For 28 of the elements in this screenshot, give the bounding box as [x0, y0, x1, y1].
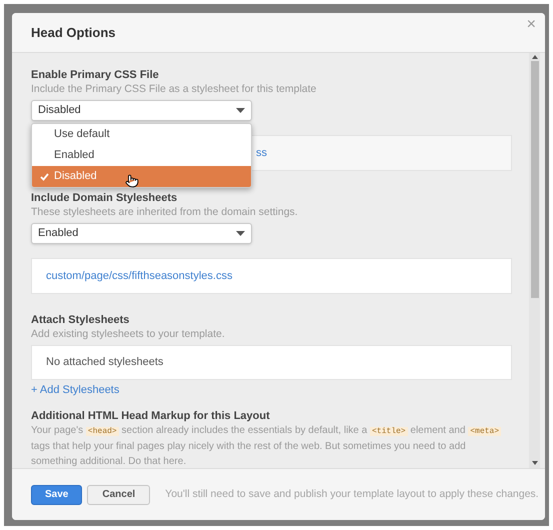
footer-note: You'll still need to save and publish your template layout to apply these changes.: [165, 486, 539, 502]
section-heading: Include Domain Stylesheets: [31, 191, 178, 205]
menu-item[interactable]: Enabled: [32, 145, 251, 166]
save-button[interactable]: Save: [31, 484, 82, 504]
menu-item[interactable]: Disabled: [32, 166, 251, 187]
select-field[interactable]: Enabled: [31, 223, 252, 244]
scroll-up-icon[interactable]: [532, 55, 538, 59]
dialog-title: Head Options: [31, 24, 116, 42]
close-button[interactable]: ×: [526, 17, 536, 33]
scrollbar[interactable]: [529, 53, 540, 468]
section-description: These stylesheets are inherited from the domain settings.: [31, 205, 299, 219]
cancel-button[interactable]: Cancel: [87, 484, 150, 504]
section-description: Your page's <head> section already includes the essentials by default, like a <title> element and <meta> tags that help your final pages play nicely with the rest of the web. But sometimes you need to add something additional. Do that here.: [31, 424, 502, 468]
section-description: Include the Primary CSS File as a stylesheet for this template: [31, 82, 318, 96]
stylesheet-link[interactable]: custom/page/css/fifthseasonstyles.css: [46, 269, 497, 283]
stylesheet-link[interactable]: ss: [256, 144, 267, 162]
caret-icon: [236, 231, 245, 236]
section-description: Add existing stylesheets to your template.: [31, 327, 226, 341]
caret-icon: [236, 108, 245, 113]
section-heading: Additional HTML Head Markup for this Layout: [31, 409, 271, 423]
check-icon: [40, 172, 49, 180]
select-field[interactable]: Disabled: [31, 100, 252, 121]
section-heading: Enable Primary CSS File: [31, 68, 160, 82]
menu-item[interactable]: Use default: [32, 124, 251, 145]
scroll-down-icon[interactable]: [532, 461, 538, 465]
add-stylesheets-link[interactable]: + Add Stylesheets: [31, 383, 512, 397]
section-heading: Attach Stylesheets: [31, 313, 130, 327]
empty-message: No attached stylesheets: [46, 355, 164, 370]
